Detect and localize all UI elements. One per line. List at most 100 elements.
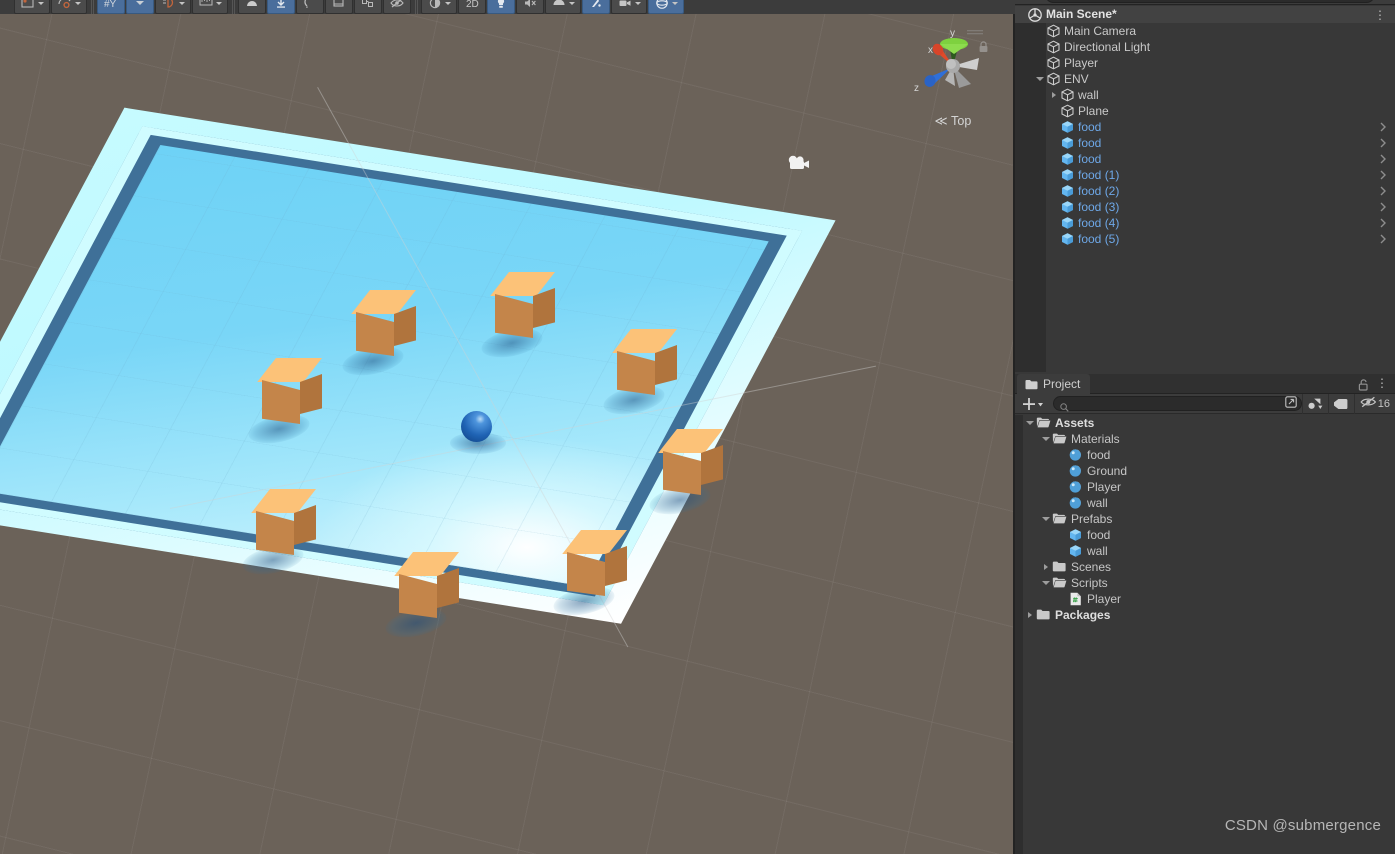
project-search-field[interactable] [1069, 398, 1285, 409]
scene-gizmos-button[interactable] [648, 0, 684, 14]
prefab-open-chevron-icon[interactable] [1379, 183, 1387, 199]
scene-view[interactable]: y x z ≪ Top [0, 14, 1015, 854]
gizmo-view-label[interactable]: ≪ Top [915, 113, 991, 128]
chevron-down-icon[interactable] [444, 1, 451, 5]
gameobject-icon [1046, 72, 1061, 86]
scene-2d-button[interactable]: 2D [458, 0, 486, 14]
hierarchy-item-food-1[interactable]: food (1) [1015, 167, 1395, 183]
scene-fx-toggle[interactable] [354, 0, 382, 14]
search-expand-icon[interactable] [1285, 395, 1297, 413]
hierarchy-item-food-4[interactable]: food (4) [1015, 215, 1395, 231]
project-item-wall[interactable]: wall [1015, 543, 1395, 559]
project-item-food[interactable]: food [1015, 447, 1395, 463]
hierarchy-item-food[interactable]: food [1015, 119, 1395, 135]
chevron-down-icon[interactable] [1039, 575, 1052, 591]
folder-icon [1036, 608, 1051, 622]
scene-visibility-toggle[interactable] [383, 0, 411, 14]
chevron-down-icon[interactable] [178, 1, 185, 5]
project-item-food[interactable]: food [1015, 527, 1395, 543]
project-item-packages[interactable]: Packages [1015, 607, 1395, 623]
project-lock-icon[interactable] [1358, 378, 1369, 391]
chevron-down-icon[interactable] [1039, 511, 1052, 527]
project-item-scenes[interactable]: Scenes [1015, 559, 1395, 575]
project-item-assets[interactable]: Assets [1015, 415, 1395, 431]
hierarchy-search-input[interactable] [1045, 0, 1375, 3]
chevron-down-icon[interactable] [671, 1, 678, 5]
scene-sound-button[interactable] [516, 0, 544, 14]
scene-camera-button[interactable] [611, 0, 647, 14]
hierarchy-item-food-3[interactable]: food (3) [1015, 199, 1395, 215]
prefab-open-chevron-icon[interactable] [1379, 231, 1387, 247]
scene-gizmos-fx[interactable] [582, 0, 610, 14]
hierarchy-add-button[interactable] [1019, 0, 1041, 3]
hierarchy-item-player[interactable]: Player [1015, 55, 1395, 71]
scene-camera-settings[interactable] [421, 0, 457, 14]
vertex-snapping-toggle[interactable] [155, 0, 191, 14]
camera-gizmo-icon[interactable] [786, 154, 810, 172]
chevron-right-icon[interactable] [1039, 559, 1052, 575]
hierarchy-item-food-2[interactable]: food (2) [1015, 183, 1395, 199]
prefab-open-chevron-icon[interactable] [1379, 167, 1387, 183]
project-search-input[interactable] [1053, 395, 1302, 413]
scene-light-button[interactable] [487, 0, 515, 14]
chevron-right-icon[interactable] [1048, 87, 1060, 103]
filter-by-type-button[interactable] [1301, 393, 1328, 414]
project-add-button[interactable] [1015, 396, 1049, 412]
hierarchy-item-plane[interactable]: Plane [1015, 103, 1395, 119]
chevron-right-icon[interactable] [1023, 607, 1036, 623]
hierarchy-panel: Main Scene* ⋮ Main Camera Directional Lig… [1015, 0, 1395, 372]
chevron-down-icon[interactable] [74, 1, 81, 5]
hidden-objects-counter[interactable]: 16 [1353, 393, 1395, 414]
scene-2d-toggle[interactable] [267, 0, 295, 14]
hierarchy-item-wall[interactable]: wall [1015, 87, 1395, 103]
project-item-wall[interactable]: wall [1015, 495, 1395, 511]
folder-icon [1025, 379, 1038, 390]
hierarchy-item-env[interactable]: ENV [1015, 71, 1395, 87]
project-tabbar: Project ⋮ [1015, 374, 1395, 394]
chevron-down-icon[interactable] [1039, 431, 1052, 447]
prefab-open-chevron-icon[interactable] [1379, 135, 1387, 151]
chevron-down-icon[interactable] [1034, 71, 1046, 87]
prefab-open-chevron-icon[interactable] [1379, 215, 1387, 231]
prefab-open-chevron-icon[interactable] [1379, 119, 1387, 135]
prefab-icon [1060, 152, 1075, 166]
hierarchy-item-directional-light[interactable]: Directional Light [1015, 39, 1395, 55]
pivot-center-tool[interactable] [51, 0, 87, 14]
grid-snapping-toggle[interactable]: #Y [97, 0, 125, 14]
draw-mode-shaded[interactable] [238, 0, 266, 14]
chevron-down-icon[interactable] [37, 1, 44, 5]
filter-by-label-button[interactable] [1327, 393, 1354, 414]
scene-effects-button[interactable] [545, 0, 581, 14]
tab-project[interactable]: Project [1017, 374, 1091, 394]
chevron-down-icon[interactable] [568, 1, 575, 5]
hierarchy-item-main-camera[interactable]: Main Camera [1015, 23, 1395, 39]
project-menu-icon[interactable]: ⋮ [1376, 376, 1388, 390]
project-item-label: Scripts [1071, 576, 1108, 590]
scene-orientation-gizmo[interactable]: y x z ≪ Top [897, 18, 1007, 142]
pivot-rotation-tool[interactable] [14, 0, 50, 14]
hierarchy-scene-row[interactable]: Main Scene* ⋮ [1015, 6, 1395, 23]
hierarchy-item-food[interactable]: food [1015, 135, 1395, 151]
project-item-player[interactable]: Player [1015, 479, 1395, 495]
hierarchy-scene-menu-icon[interactable]: ⋮ [1374, 6, 1386, 23]
chevron-down-icon[interactable] [1023, 415, 1036, 431]
project-item-scripts[interactable]: Scripts [1015, 575, 1395, 591]
project-item-prefabs[interactable]: Prefabs [1015, 511, 1395, 527]
player-sphere[interactable] [461, 411, 492, 442]
prefab-open-chevron-icon[interactable] [1379, 151, 1387, 167]
project-item-label: Packages [1055, 608, 1111, 622]
hierarchy-item-food-5[interactable]: food (5) [1015, 231, 1395, 247]
scene-audio-toggle[interactable] [325, 0, 353, 14]
project-item-label: Player [1087, 592, 1122, 606]
project-item-ground[interactable]: Ground [1015, 463, 1395, 479]
chevron-down-icon[interactable] [215, 1, 222, 5]
grid-axis-dropdown[interactable] [126, 0, 154, 14]
chevron-down-icon[interactable] [634, 1, 641, 5]
scene-lighting-toggle[interactable] [296, 0, 324, 14]
snap-increment[interactable] [192, 0, 228, 14]
project-item-player[interactable]: Player [1015, 591, 1395, 607]
prefab-open-chevron-icon[interactable] [1379, 199, 1387, 215]
watermark-text: CSDN @submergence [1224, 817, 1381, 834]
hierarchy-item-food[interactable]: food [1015, 151, 1395, 167]
project-item-materials[interactable]: Materials [1015, 431, 1395, 447]
